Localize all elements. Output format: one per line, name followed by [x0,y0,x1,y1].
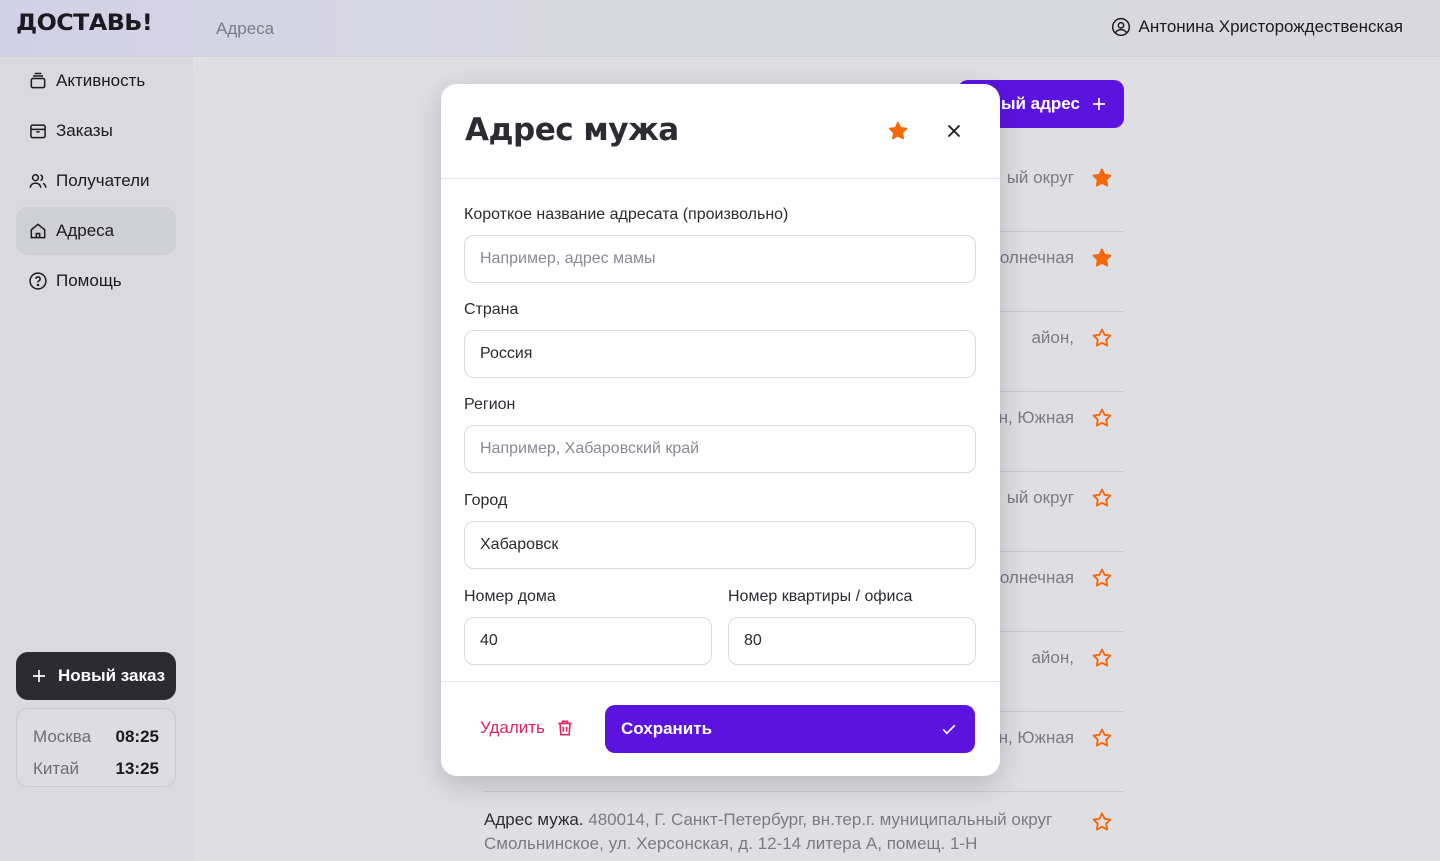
sidebar-item-label: Получатели [56,171,150,190]
star-outline-icon[interactable] [1090,646,1114,670]
short-name-label: Короткое название адресата (произвольно) [464,206,789,223]
star-filled-icon[interactable] [1090,246,1114,270]
new-order-label: Новый заказ [58,666,166,685]
sidebar-item-orders[interactable]: Заказы [16,107,176,155]
box-icon [30,124,46,139]
clock-time: 13:25 [115,759,159,778]
sidebar-item-activity[interactable]: Активность [16,57,176,105]
new-order-button[interactable]: Новый заказ [16,652,176,700]
plus-icon [1093,98,1105,110]
star-outline-icon[interactable] [1090,326,1114,350]
top-bar: ДОСТАВЬ! Адреса Антонина Христорождестве… [0,0,1440,57]
app-logo[interactable]: ДОСТАВЬ! [16,11,153,36]
home-icon [30,223,46,239]
users-icon [29,174,47,188]
user-menu[interactable]: Антонина Христорождественская [1111,17,1403,37]
country-label: Страна [464,301,519,318]
city-input[interactable]: Хабаровск [464,521,976,569]
activity-icon [30,72,46,89]
star-filled-icon[interactable] [886,119,910,143]
region-label: Регион [464,396,516,413]
star-outline-icon[interactable] [1090,566,1114,590]
clock-row: Китай 13:25 [33,753,159,785]
sidebar-item-label: Активность [56,71,146,90]
region-input[interactable]: Например, Хабаровский край [464,425,976,473]
star-outline-icon[interactable] [1090,406,1114,430]
address-line: 480014, Г. Санкт-Петербург, вн.тер.г. му… [588,810,1053,829]
trash-icon [558,720,572,736]
plus-icon [33,670,45,682]
city-label: Город [464,492,508,509]
delete-label: Удалить [480,718,545,737]
list-item[interactable]: Адрес мужа. 480014, Г. Санкт-Петербург, … [484,808,1124,856]
clock-time: 08:25 [115,727,159,746]
divider [441,178,1000,179]
close-icon[interactable] [943,120,965,142]
checkmark-icon [942,724,956,735]
clock-row: Москва 08:25 [33,721,159,753]
star-outline-icon[interactable] [1090,810,1114,834]
edit-address-dialog: Адрес мужа Короткое название адресата (п… [441,84,1000,776]
world-clocks: Москва 08:25 Китай 13:25 [16,708,176,787]
star-outline-icon[interactable] [1090,726,1114,750]
apartment-input[interactable]: 80 [728,617,976,665]
address-text: Адрес мужа. 480014, Г. Санкт-Петербург, … [484,808,1124,856]
star-outline-icon[interactable] [1090,486,1114,510]
apartment-label: Номер квартиры / офиса [728,588,913,605]
sidebar-item-recipients[interactable]: Получатели [16,157,176,205]
clock-city: Москва [33,727,92,746]
breadcrumb: Адреса [216,19,275,38]
short-name-input[interactable]: Например, адрес мамы [464,235,976,283]
dialog-title: Адрес мужа [465,112,679,148]
user-name: Антонина Христорождественская [1138,17,1403,36]
new-address-label: ый адрес [1000,94,1080,113]
delete-button[interactable]: Удалить [480,718,575,738]
sidebar-item-label: Заказы [56,121,113,140]
divider [441,681,1000,682]
sidebar-item-label: Помощь [56,271,122,290]
clock-city: Китай [33,759,79,778]
sidebar-item-label: Адреса [56,221,115,240]
house-label: Номер дома [464,588,556,605]
sidebar-item-addresses[interactable]: Адреса [16,207,176,255]
sidebar-item-help[interactable]: Помощь [16,257,176,305]
help-icon [29,272,47,290]
address-line: Смольнинское, ул. Херсонская, д. 12-14 л… [484,834,978,853]
save-label: Сохранить [621,719,713,738]
star-filled-icon[interactable] [1090,166,1114,190]
address-name: Адрес мужа. [484,810,584,829]
country-input[interactable]: Россия [464,330,976,378]
save-button[interactable]: Сохранить [605,705,975,753]
user-circle-icon [1111,17,1130,37]
house-input[interactable]: 40 [464,617,712,665]
